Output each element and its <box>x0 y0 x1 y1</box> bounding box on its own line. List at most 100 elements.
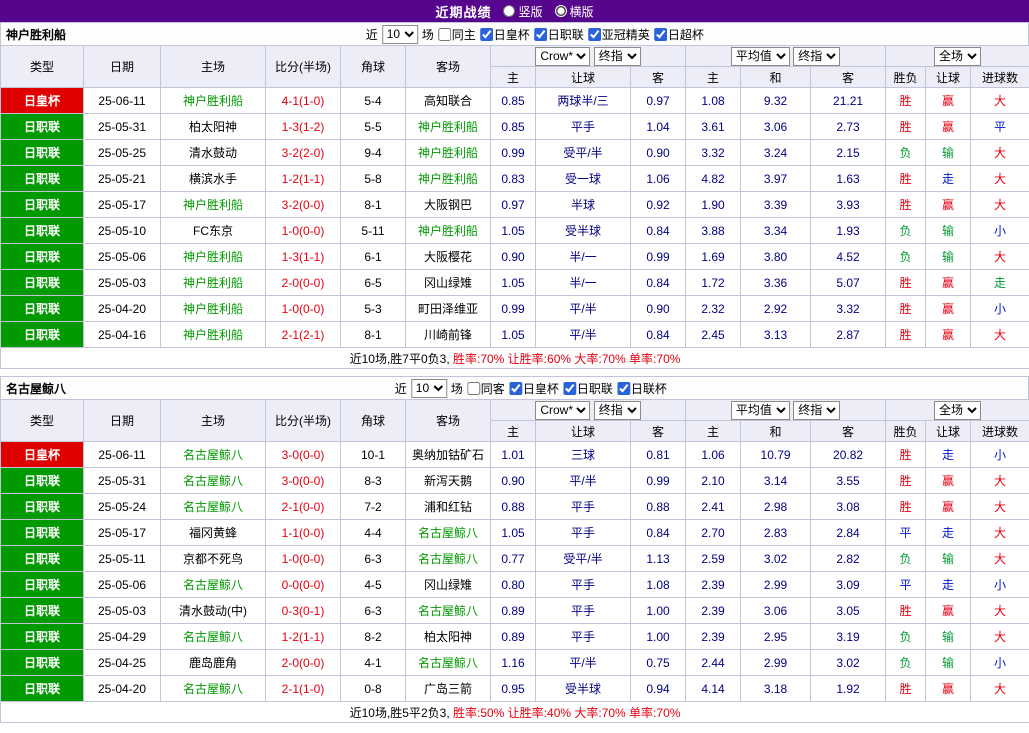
filter-checkbox-3[interactable]: 日联杯 <box>616 380 667 397</box>
avg-stage-select[interactable]: 终指 <box>793 46 841 66</box>
match-row: 日职联 25-04-16 神户胜利船 2-1(2-1) 8-1 川崎前锋 1.05 平/半 0.… <box>0 321 1029 348</box>
odds-stage-select[interactable]: 终指 <box>593 46 641 66</box>
date-cell: 25-04-20 <box>83 295 161 322</box>
home-team-cell: 名古屋鲸八 <box>160 441 266 468</box>
goals-result-cell: 大 <box>970 597 1029 624</box>
winlose-result-cell: 负 <box>885 243 927 270</box>
layout-radio-vertical[interactable]: 竖版 <box>503 3 543 20</box>
score-cell: 3-2(2-0) <box>265 139 341 166</box>
filter-checkbox-input[interactable] <box>437 27 451 41</box>
filter-checkbox-input[interactable] <box>587 27 601 41</box>
odds-stage-select[interactable]: 终指 <box>593 400 641 420</box>
odds-cell: 0.99 <box>490 295 536 322</box>
odds-cell: 0.90 <box>490 243 536 270</box>
filter-checkbox-input[interactable] <box>653 27 667 41</box>
filter-checkbox-1[interactable]: 日皇杯 <box>479 26 530 43</box>
filter-checkbox-input[interactable] <box>508 381 522 395</box>
scope-select[interactable]: 全场 <box>934 400 982 420</box>
horizontal-radio-input[interactable] <box>554 5 567 17</box>
avg-stage-select[interactable]: 终指 <box>793 400 841 420</box>
handicap-result-cell: 输 <box>925 243 972 270</box>
col-subheader: 胜负 <box>885 420 927 442</box>
matches-count-select[interactable]: 10 <box>410 378 447 398</box>
odds-select-cell: Crow* 终指 <box>489 45 687 67</box>
odds-cell: 平/半 <box>535 295 631 322</box>
odds-cell: 0.95 <box>490 675 536 702</box>
avg-odds-cell: 3.13 <box>740 321 812 348</box>
matches-count-select[interactable]: 10 <box>381 24 418 44</box>
winlose-result-cell: 胜 <box>885 675 927 702</box>
odds-company-select[interactable]: Crow* <box>535 46 591 66</box>
scope-select-cell: 全场 <box>885 399 1029 421</box>
filter-checkbox-input[interactable] <box>533 27 547 41</box>
away-team-cell: 广岛三箭 <box>405 675 491 702</box>
avg-source-select[interactable]: 平均值 <box>730 400 790 420</box>
odds-cell: 0.99 <box>629 243 687 270</box>
avg-odds-cell: 3.24 <box>740 139 812 166</box>
score-cell: 1-1(0-0) <box>265 519 341 546</box>
avg-source-select[interactable]: 平均值 <box>730 46 790 66</box>
away-team-cell: 神户胜利船 <box>405 139 491 166</box>
filter-checkbox-0[interactable]: 同主 <box>437 26 476 43</box>
goals-result-cell: 大 <box>970 623 1029 650</box>
league-type-cell: 日职联 <box>0 649 84 676</box>
league-type-cell: 日职联 <box>0 571 84 598</box>
goals-result-cell: 小 <box>970 295 1029 322</box>
match-row: 日职联 25-04-25 鹿岛鹿角 2-0(0-0) 4-1 名古屋鲸八 1.16 平/半 0.… <box>0 649 1029 676</box>
filter-checkbox-4[interactable]: 日超杯 <box>653 26 704 43</box>
avg-odds-cell: 2.59 <box>685 545 742 572</box>
filter-checkbox-input[interactable] <box>616 381 630 395</box>
filter-checkbox-input[interactable] <box>562 381 576 395</box>
corners-cell: 5-11 <box>340 217 406 244</box>
avg-odds-cell: 9.32 <box>740 87 812 114</box>
goals-result-cell: 大 <box>970 675 1029 702</box>
odds-cell: 0.84 <box>629 519 687 546</box>
odds-cell: 受平/半 <box>535 545 631 572</box>
handicap-result-cell: 赢 <box>925 675 972 702</box>
goals-result-cell: 大 <box>970 87 1029 114</box>
filter-checkbox-1[interactable]: 日皇杯 <box>508 380 559 397</box>
odds-cell: 半/一 <box>535 243 631 270</box>
odds-cell: 受平/半 <box>535 139 631 166</box>
col-subheader: 主 <box>685 66 742 88</box>
avg-odds-cell: 3.61 <box>685 113 742 140</box>
layout-radio-horizontal[interactable]: 横版 <box>554 3 594 20</box>
avg-select-cell: 平均值 终指 <box>685 45 887 67</box>
avg-odds-cell: 2.39 <box>685 623 742 650</box>
odds-company-select[interactable]: Crow* <box>535 400 591 420</box>
home-team-cell: FC东京 <box>160 217 266 244</box>
col-subheader: 进球数 <box>970 420 1029 442</box>
col-header: 主场 <box>160 45 266 88</box>
team-name: 名古屋鲸八 <box>6 381 67 396</box>
handicap-result-cell: 赢 <box>925 87 972 114</box>
goals-result-cell: 大 <box>970 139 1029 166</box>
odds-cell: 平手 <box>535 493 631 520</box>
vertical-radio-input[interactable] <box>503 5 516 17</box>
filter-checkbox-0[interactable]: 同客 <box>466 380 505 397</box>
avg-odds-cell: 10.79 <box>740 441 812 468</box>
col-header: 日期 <box>83 399 161 442</box>
score-cell: 1-2(1-1) <box>265 165 341 192</box>
winlose-result-cell: 胜 <box>885 441 927 468</box>
home-team-cell: 神户胜利船 <box>160 321 266 348</box>
avg-odds-cell: 2.82 <box>810 545 887 572</box>
filter-checkbox-input[interactable] <box>466 381 480 395</box>
odds-cell: 受半球 <box>535 217 631 244</box>
col-header: 类型 <box>0 45 84 88</box>
filter-checkbox-2[interactable]: 日职联 <box>562 380 613 397</box>
winlose-result-cell: 平 <box>885 519 927 546</box>
match-row: 日职联 25-04-20 神户胜利船 1-0(0-0) 5-3 町田泽维亚 0.99 平/半 0… <box>0 295 1029 322</box>
avg-odds-cell: 2.15 <box>810 139 887 166</box>
league-type-cell: 日职联 <box>0 467 84 494</box>
filter-checkbox-2[interactable]: 日职联 <box>533 26 584 43</box>
filter-checkbox-input[interactable] <box>479 27 493 41</box>
team-header-row: 神户胜利船 近 10 场 同主 日皇杯 日职联 亚冠精英 日超杯 <box>0 22 1029 45</box>
corners-cell: 4-5 <box>340 571 406 598</box>
winlose-result-cell: 胜 <box>885 467 927 494</box>
away-team-cell: 町田泽维亚 <box>405 295 491 322</box>
handicap-result-cell: 赢 <box>925 191 972 218</box>
filter-checkbox-3[interactable]: 亚冠精英 <box>587 26 650 43</box>
scope-select[interactable]: 全场 <box>934 46 982 66</box>
away-team-cell: 大阪钢巴 <box>405 191 491 218</box>
match-row: 日职联 25-05-03 神户胜利船 2-0(0-0) 6-5 冈山绿雉 1.05 半/一 0.… <box>0 269 1029 296</box>
